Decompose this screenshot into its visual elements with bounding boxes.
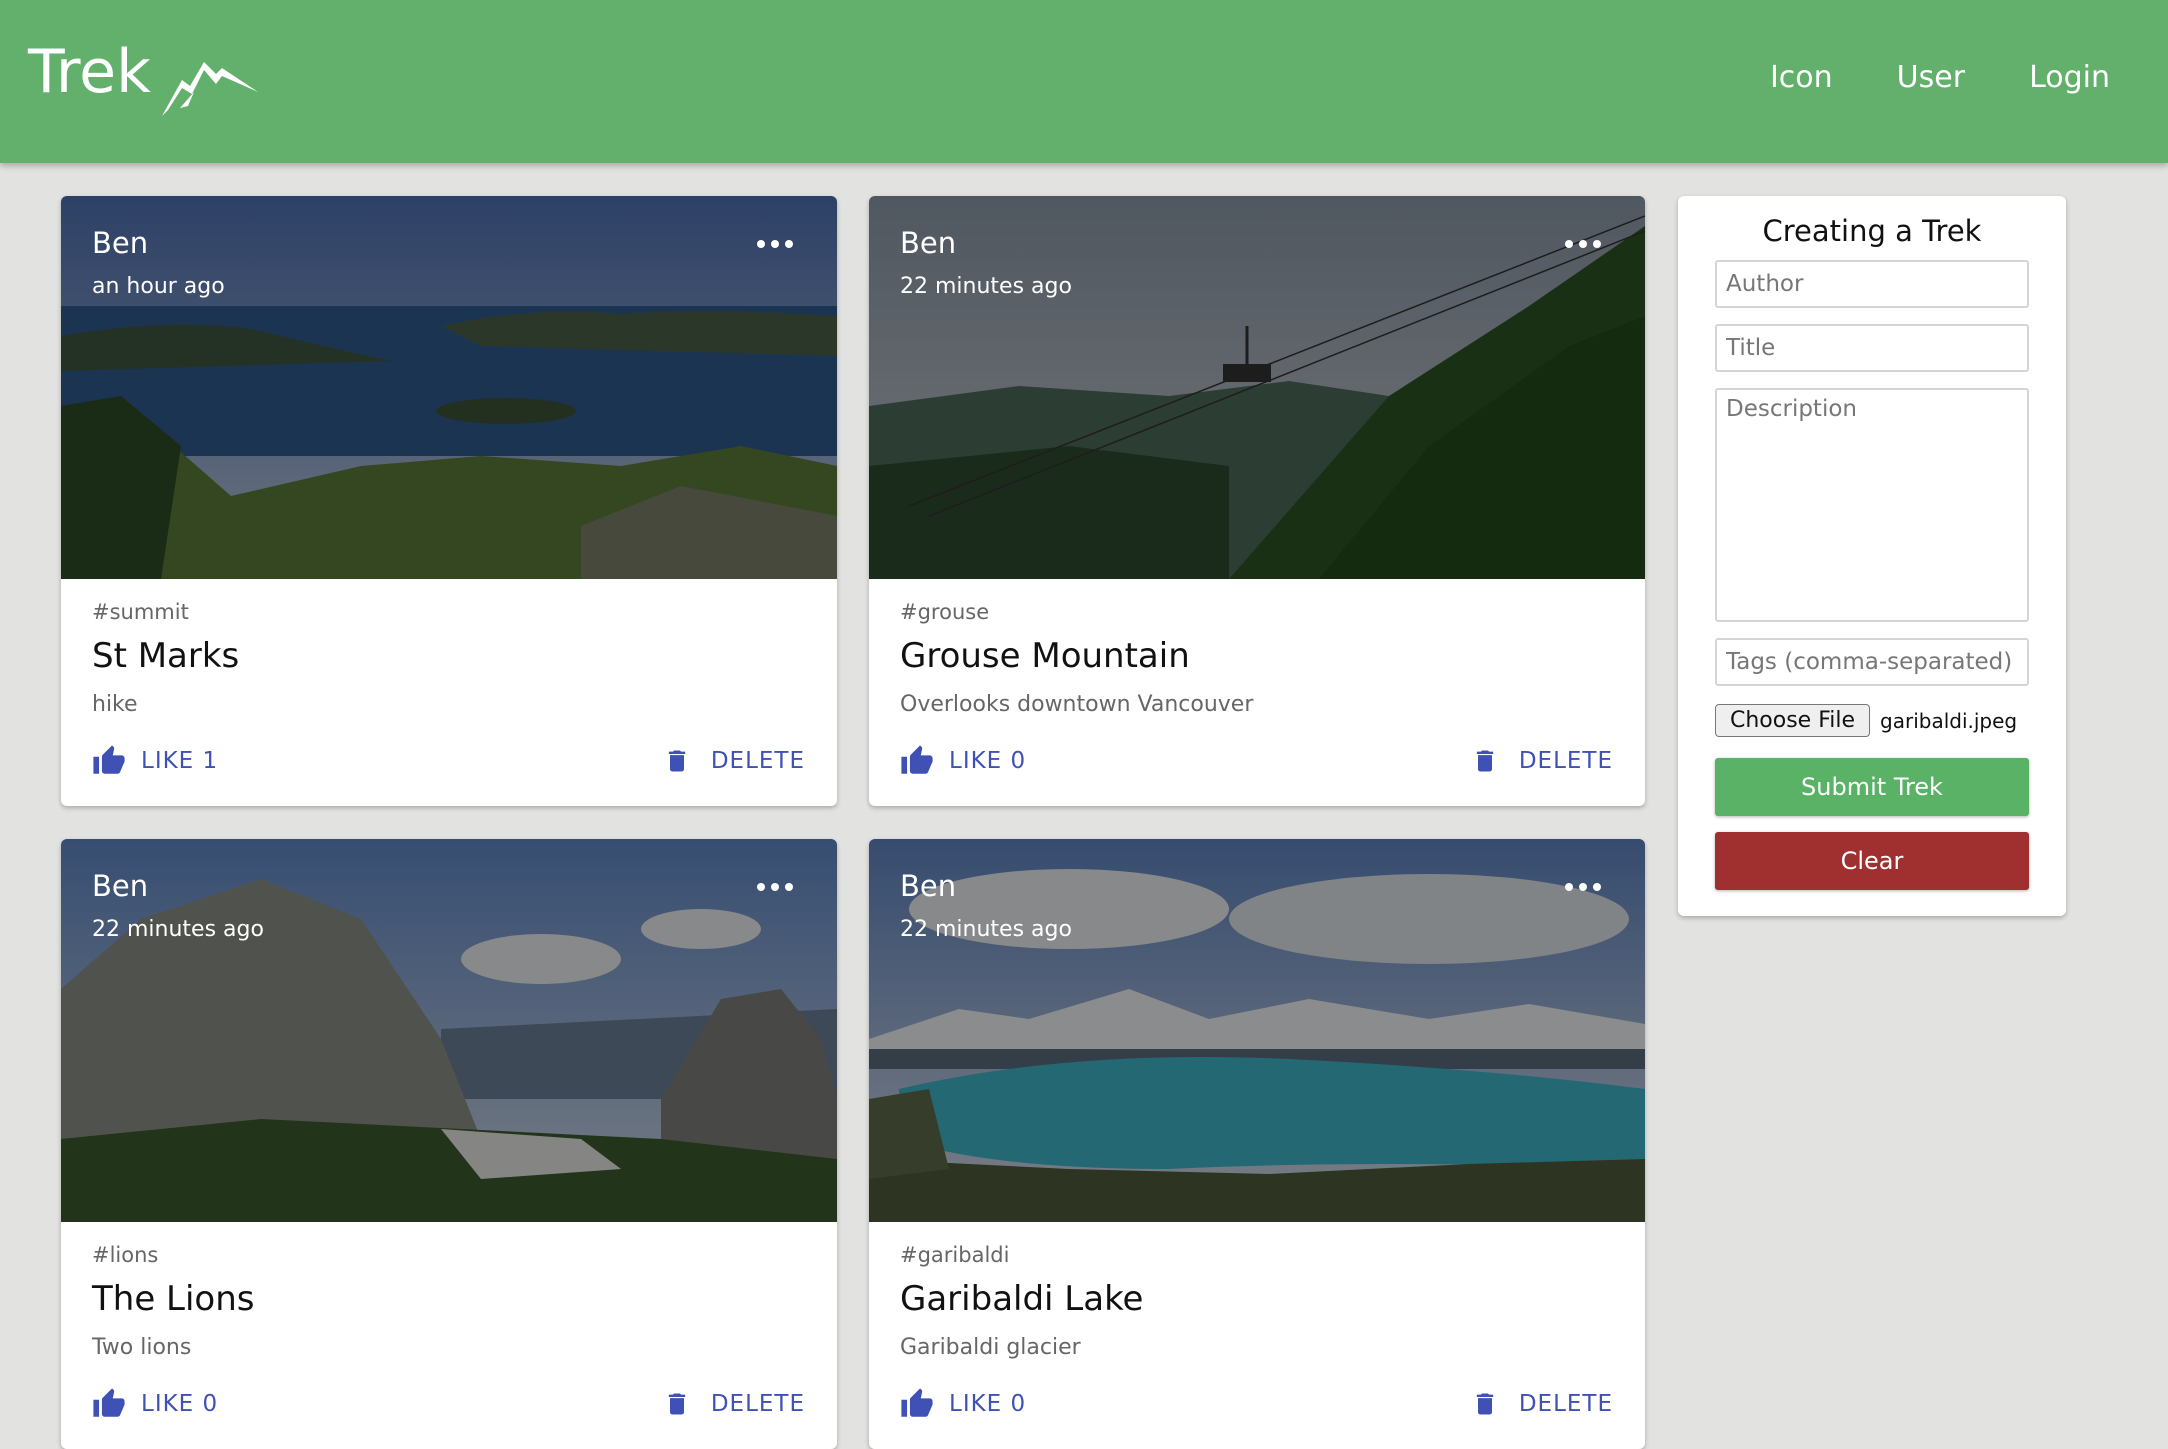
card-description: Overlooks downtown Vancouver	[900, 692, 1254, 717]
like-label: LIKE 0	[141, 1391, 219, 1417]
delete-button[interactable]: DELETE	[663, 744, 805, 778]
delete-button[interactable]: DELETE	[1471, 744, 1613, 778]
trek-image	[869, 839, 1645, 1222]
author-input[interactable]	[1715, 260, 2029, 308]
delete-button[interactable]: DELETE	[663, 1387, 805, 1421]
delete-label: DELETE	[1518, 1391, 1613, 1417]
card-title: Garibaldi Lake	[900, 1279, 1144, 1319]
more-options-icon[interactable]	[753, 879, 797, 895]
submit-trek-button[interactable]: Submit Trek	[1715, 758, 2029, 816]
selected-file-name: garibaldi.jpeg	[1880, 708, 2018, 733]
thumb-up-icon	[93, 745, 125, 774]
card-author: Ben	[900, 869, 957, 903]
thumb-up-icon	[901, 745, 933, 774]
more-options-icon[interactable]	[1561, 879, 1605, 895]
trek-card: Ben 22 minutes ago #lions The Lions Two …	[61, 839, 837, 1449]
trek-image	[869, 196, 1645, 579]
delete-label: DELETE	[710, 1391, 805, 1417]
like-button[interactable]: LIKE 0	[899, 744, 1026, 778]
like-button[interactable]: LIKE 1	[91, 744, 218, 778]
card-description: hike	[92, 692, 138, 717]
like-label: LIKE 1	[141, 748, 219, 774]
card-title: Grouse Mountain	[900, 636, 1190, 676]
card-tag: #garibaldi	[900, 1243, 1010, 1267]
card-author: Ben	[92, 869, 149, 903]
trek-card: Ben 22 minutes ago #grouse Grouse Mounta…	[869, 196, 1645, 806]
trek-card: Ben 22 minutes ago #garibaldi Garibaldi …	[869, 839, 1645, 1449]
nav-icon-link[interactable]: Icon	[1770, 56, 1833, 100]
app-bar: Trek Icon User Login	[0, 0, 2168, 163]
thumb-up-icon	[901, 1388, 933, 1417]
card-time: an hour ago	[92, 274, 225, 299]
card-description: Garibaldi glacier	[900, 1335, 1081, 1360]
card-tag: #lions	[92, 1243, 159, 1267]
trash-icon	[1476, 750, 1493, 772]
nav-login-link[interactable]: Login	[2029, 56, 2110, 100]
trash-icon	[1476, 1393, 1493, 1415]
delete-label: DELETE	[710, 748, 805, 774]
file-picker: Choose File garibaldi.jpeg	[1715, 704, 2017, 737]
card-author: Ben	[92, 226, 149, 260]
form-heading: Creating a Trek	[1762, 214, 1982, 248]
like-label: LIKE 0	[949, 748, 1027, 774]
card-time: 22 minutes ago	[900, 274, 1072, 299]
description-textarea[interactable]	[1715, 388, 2029, 622]
mountain-logo-icon	[162, 62, 258, 116]
more-options-icon[interactable]	[753, 236, 797, 252]
delete-button[interactable]: DELETE	[1471, 1387, 1613, 1421]
top-nav: Icon User Login	[1770, 56, 2110, 100]
title-input[interactable]	[1715, 324, 2029, 372]
brand-title[interactable]: Trek	[28, 34, 151, 110]
trek-card: Ben an hour ago #summit St Marks hike LI…	[61, 196, 837, 806]
card-description: Two lions	[92, 1335, 192, 1360]
trek-image	[61, 839, 837, 1222]
trash-icon	[668, 1393, 685, 1415]
clear-button[interactable]: Clear	[1715, 832, 2029, 890]
card-time: 22 minutes ago	[92, 917, 264, 942]
card-time: 22 minutes ago	[900, 917, 1072, 942]
card-title: St Marks	[92, 636, 240, 676]
tags-input[interactable]	[1715, 638, 2029, 686]
more-options-icon[interactable]	[1561, 236, 1605, 252]
trash-icon	[668, 750, 685, 772]
like-button[interactable]: LIKE 0	[91, 1387, 218, 1421]
delete-label: DELETE	[1518, 748, 1613, 774]
trek-image	[61, 196, 837, 579]
card-tag: #grouse	[900, 600, 990, 624]
like-button[interactable]: LIKE 0	[899, 1387, 1026, 1421]
create-trek-form: Creating a Trek Choose File garibaldi.jp…	[1678, 196, 2066, 916]
nav-user-link[interactable]: User	[1897, 56, 1965, 100]
card-title: The Lions	[92, 1279, 255, 1319]
like-label: LIKE 0	[949, 1391, 1027, 1417]
card-tag: #summit	[92, 600, 189, 624]
thumb-up-icon	[93, 1388, 125, 1417]
choose-file-button[interactable]: Choose File	[1715, 704, 1871, 737]
card-author: Ben	[900, 226, 957, 260]
